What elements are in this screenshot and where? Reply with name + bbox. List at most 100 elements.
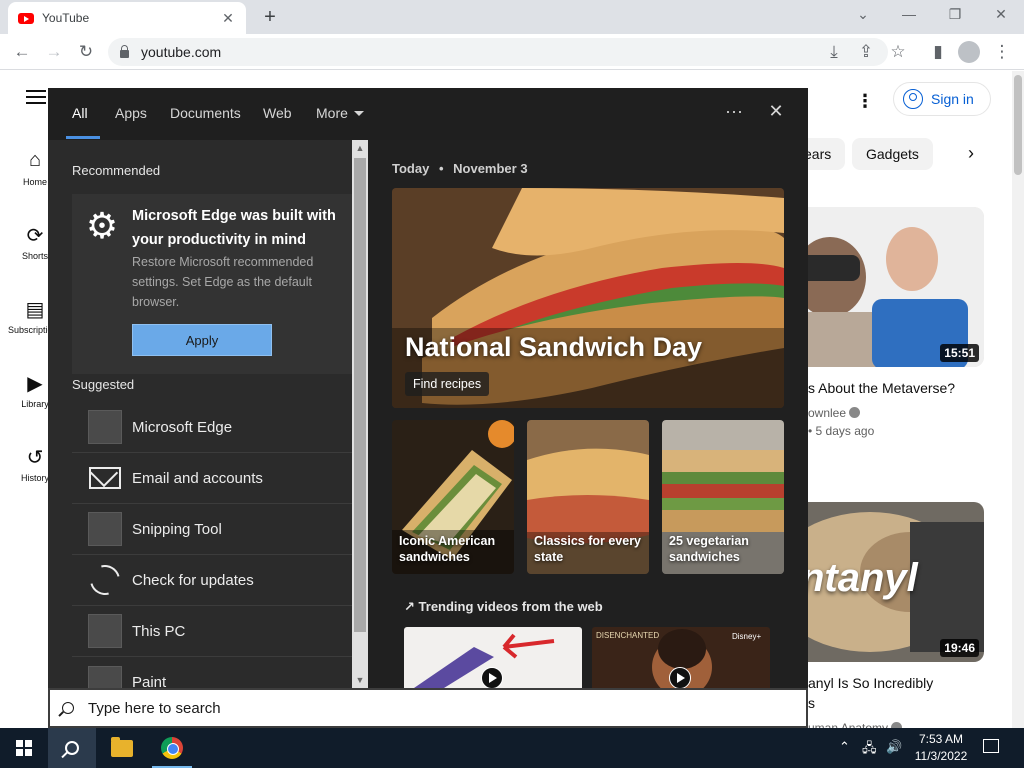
volume-icon[interactable]: 🔊 xyxy=(886,739,902,755)
play-icon[interactable] xyxy=(669,667,691,688)
taskbar: ⌃ 🖧 🔊 7:53 AM 11/3/2022 xyxy=(0,728,1024,768)
active-tab-indicator xyxy=(66,136,100,139)
system-clock[interactable]: 7:53 AM 11/3/2022 xyxy=(906,731,976,765)
browser-tab-strip: YouTube ✕ + ⌄ — ❐ ✕ xyxy=(0,0,1024,34)
video-title[interactable]: anyl Is So Incredibly xyxy=(808,675,933,691)
thumbnail-text: ntanyl xyxy=(800,556,918,600)
folder-icon xyxy=(111,736,133,757)
forward-button[interactable]: → xyxy=(42,40,66,64)
settings-more-icon[interactable]: ⋮ xyxy=(856,91,874,112)
tile-25-vegetarian-sandwiches[interactable]: 25 vegetarian sandwiches xyxy=(662,420,784,574)
taskbar-search-button[interactable] xyxy=(48,728,96,768)
youtube-favicon-icon xyxy=(18,12,34,24)
disney-plus-badge: Disney+ xyxy=(732,632,762,641)
results-scrollbar[interactable]: ▲ ▼ xyxy=(352,140,368,688)
list-item-microsoft-edge[interactable]: Microsoft Edge xyxy=(72,402,352,453)
recommendation-card[interactable]: ⚙ Microsoft Edge was built with your pro… xyxy=(72,194,352,374)
new-tab-button[interactable]: + xyxy=(258,5,282,29)
trending-video[interactable] xyxy=(404,627,582,688)
browser-tab-youtube[interactable]: YouTube ✕ xyxy=(8,2,246,34)
profile-avatar[interactable] xyxy=(958,41,980,63)
search-scope-bar: All Apps Documents Web More ··· ✕ xyxy=(48,88,808,140)
reload-button[interactable]: ↻ xyxy=(74,40,98,64)
side-panel-icon[interactable]: ▮ xyxy=(926,40,950,64)
taskbar-search-input[interactable]: Type here to search xyxy=(48,688,808,728)
start-button[interactable] xyxy=(0,728,48,768)
edge-icon xyxy=(88,410,122,444)
close-icon[interactable]: ✕ xyxy=(764,101,788,122)
snipping-tool-icon xyxy=(88,512,122,546)
tab-search-button[interactable]: ⌄ xyxy=(848,4,878,24)
search-home-pane: Today • November 3 National Sandwich Day… xyxy=(368,140,808,688)
gear-icon: ⚙ xyxy=(85,205,119,246)
tab-close-icon[interactable]: ✕ xyxy=(220,10,236,27)
account-icon xyxy=(903,89,923,109)
video-age: 5 days ago xyxy=(815,424,875,438)
minimize-button[interactable]: — xyxy=(894,4,924,24)
list-item-snipping-tool[interactable]: Snipping Tool xyxy=(72,504,352,555)
search-icon xyxy=(65,741,79,755)
tab-web[interactable]: Web xyxy=(263,105,292,121)
this-pc-icon xyxy=(88,614,122,648)
scroll-up-arrow-icon[interactable]: ▲ xyxy=(352,140,368,156)
play-icon[interactable] xyxy=(481,667,503,688)
file-explorer-button[interactable] xyxy=(98,728,146,768)
today-date: November 3 xyxy=(453,161,528,176)
browser-menu-icon[interactable]: ⋮ xyxy=(990,40,1014,64)
tile-iconic-american-sandwiches[interactable]: Iconic American sandwiches xyxy=(392,420,514,574)
page-scrollbar[interactable] xyxy=(1012,71,1024,728)
tab-apps[interactable]: Apps xyxy=(115,105,147,121)
address-bar[interactable]: youtube.com xyxy=(108,38,888,66)
app-label: Snipping Tool xyxy=(132,520,222,538)
filter-chip[interactable]: Gadgets xyxy=(852,138,933,170)
chrome-taskbar-button[interactable] xyxy=(148,728,196,768)
chrome-icon xyxy=(161,737,183,759)
video-title[interactable]: s About the Metaverse? xyxy=(808,380,955,396)
network-icon[interactable]: 🖧 xyxy=(862,739,877,761)
back-button[interactable]: ← xyxy=(10,40,34,64)
channel-name: ownlee xyxy=(808,406,847,420)
apply-button[interactable]: Apply xyxy=(132,324,272,356)
clock-time: 7:53 AM xyxy=(918,732,964,746)
page-scroll-thumb[interactable] xyxy=(1014,75,1022,175)
app-label: This PC xyxy=(132,622,186,640)
hero-card[interactable]: National Sandwich Day Find recipes xyxy=(392,188,784,408)
tile-label: Iconic American sandwiches xyxy=(399,534,496,564)
results-scroll-thumb[interactable] xyxy=(354,158,366,632)
hamburger-menu-icon[interactable] xyxy=(26,90,46,104)
tab-more[interactable]: More xyxy=(316,105,364,121)
share-icon[interactable]: ⇪ xyxy=(854,40,878,64)
list-item-check-for-updates[interactable]: Check for updates xyxy=(72,555,352,606)
scroll-down-arrow-icon[interactable]: ▼ xyxy=(352,672,368,688)
today-label: Today xyxy=(392,161,430,176)
tile-label: 25 vegetarian sandwiches xyxy=(669,534,749,564)
notification-center-icon[interactable] xyxy=(983,739,999,753)
trending-arrow-icon: ↗ xyxy=(404,599,415,614)
tab-documents[interactable]: Documents xyxy=(170,105,241,121)
chevron-right-icon[interactable]: › xyxy=(968,143,974,164)
video-age-separator: • xyxy=(808,424,816,438)
windows-logo-icon xyxy=(16,740,32,756)
video-duration: 19:46 xyxy=(940,639,979,657)
more-options-icon[interactable]: ··· xyxy=(722,101,746,122)
video-title-line2[interactable]: s xyxy=(808,695,815,711)
app-label: Microsoft Edge xyxy=(132,418,233,436)
list-item-email-and-accounts[interactable]: Email and accounts xyxy=(72,453,352,504)
sign-in-button[interactable]: Sign in xyxy=(893,82,991,116)
tab-all[interactable]: All xyxy=(72,105,88,121)
video-channel[interactable]: ownlee xyxy=(808,406,861,420)
tile-classics-for-every-state[interactable]: Classics for every state xyxy=(527,420,649,574)
trending-video[interactable]: DISENCHANTED Disney+ xyxy=(592,627,770,688)
chevron-up-icon[interactable]: ⌃ xyxy=(839,739,850,755)
app-label: Email and accounts xyxy=(132,469,263,487)
address-url: youtube.com xyxy=(141,44,222,60)
restore-button[interactable]: ❐ xyxy=(940,4,970,24)
bookmark-star-icon[interactable]: ☆ xyxy=(886,40,910,64)
install-app-icon[interactable]: ⤓ xyxy=(822,40,846,64)
windows-search-panel: All Apps Documents Web More ··· ✕ Recomm… xyxy=(48,88,808,700)
lock-icon[interactable] xyxy=(120,45,129,58)
find-recipes-button[interactable]: Find recipes xyxy=(405,372,490,396)
window-close-button[interactable]: ✕ xyxy=(986,4,1016,24)
search-icon xyxy=(62,702,74,714)
list-item-this-pc[interactable]: This PC xyxy=(72,606,352,657)
